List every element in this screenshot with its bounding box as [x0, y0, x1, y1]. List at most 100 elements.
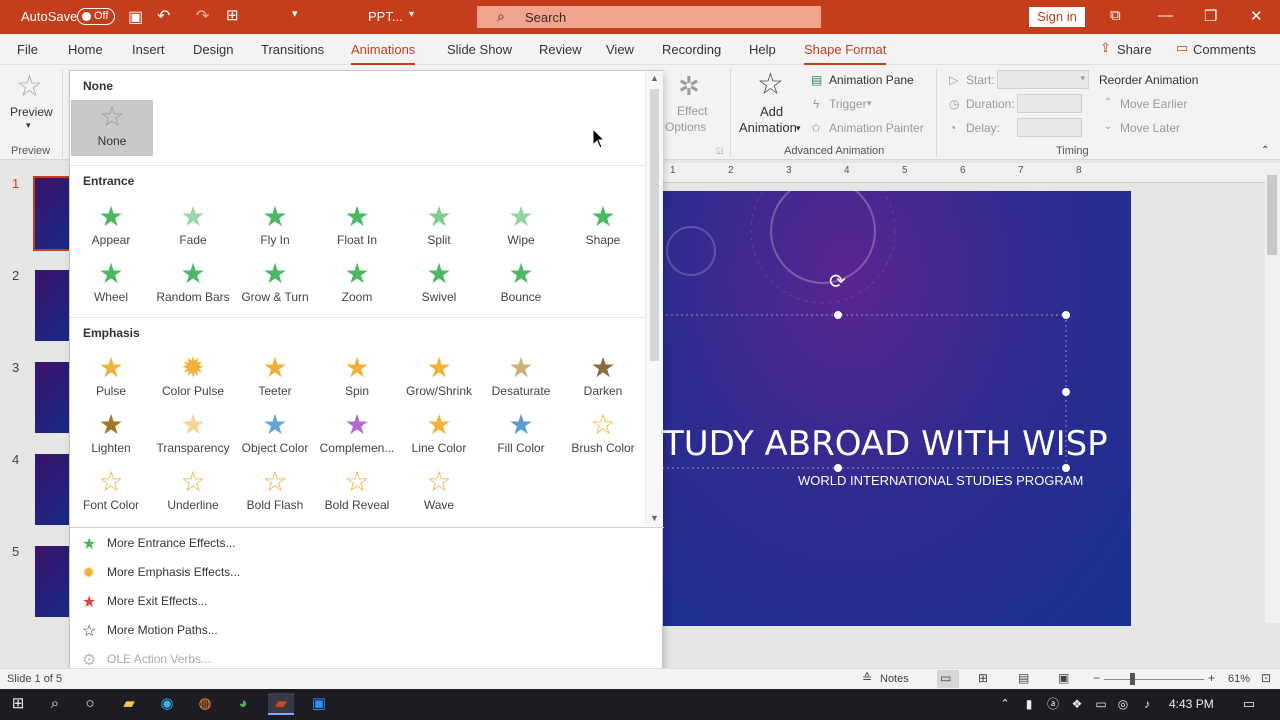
- slide-thumbnail-2[interactable]: [35, 270, 71, 341]
- effect-darken[interactable]: ★ Darken: [562, 350, 644, 406]
- effect-fade[interactable]: ★ Fade: [152, 199, 234, 255]
- move-later-button[interactable]: Move Later: [1120, 121, 1180, 135]
- preview-star-icon[interactable]: ☆: [16, 69, 43, 104]
- present-icon[interactable]: ⊞: [226, 6, 239, 24]
- reading-view-icon[interactable]: ▤: [1018, 671, 1029, 685]
- notes-button[interactable]: Notes: [880, 673, 909, 685]
- delay-spinner[interactable]: [1017, 118, 1082, 137]
- effect-bold-reveal[interactable]: ☆ Bold Reveal: [316, 464, 398, 520]
- effect-zoom[interactable]: ★ Zoom: [316, 256, 398, 312]
- clock[interactable]: 4:43 PM: [1169, 697, 1214, 711]
- add-animation-icon[interactable]: ☆: [757, 67, 784, 102]
- network-icon[interactable]: ◎: [1110, 693, 1136, 715]
- effect-grow-turn[interactable]: ★ Grow & Turn: [234, 256, 316, 312]
- tab-animations[interactable]: Animations: [351, 42, 416, 66]
- search-icon[interactable]: ⌕: [42, 693, 68, 715]
- tab-view[interactable]: View: [606, 42, 634, 57]
- zoom-slider[interactable]: [1104, 679, 1204, 680]
- effect-bounce[interactable]: ★ Bounce: [480, 256, 562, 312]
- tab-file[interactable]: File: [17, 42, 38, 57]
- effect-bold-flash[interactable]: ☆ Bold Flash: [234, 464, 316, 520]
- tray-chevron-icon[interactable]: ⌃: [992, 693, 1018, 715]
- effect-brush-color[interactable]: ☆ Brush Color: [562, 407, 644, 463]
- slide-canvas[interactable]: ⟳ TUDY ABROAD WITH WISP WORLD INTERNATIO…: [663, 191, 1131, 626]
- preview-button[interactable]: Preview: [10, 105, 53, 119]
- effect-grow-shrink[interactable]: ★ Grow/Shrink: [398, 350, 480, 406]
- search-box[interactable]: ⌕ Search: [477, 6, 821, 28]
- effect-appear[interactable]: ★ Appear: [70, 199, 152, 255]
- close-icon[interactable]: ✕: [1250, 7, 1263, 25]
- powerpoint-icon[interactable]: ▰: [268, 693, 294, 715]
- redo-icon[interactable]: ↷: [196, 6, 209, 26]
- gallery-scrollbar[interactable]: ▲ ▼: [645, 71, 663, 526]
- signin-button[interactable]: Sign in: [1029, 7, 1085, 27]
- effect-none[interactable]: ☆ None: [71, 100, 153, 156]
- more-motion-paths[interactable]: ☆ More Motion Paths...: [70, 618, 650, 644]
- effect-fly-in[interactable]: ★ Fly In: [234, 199, 316, 255]
- slide-thumbnail-3[interactable]: [35, 362, 71, 433]
- zoom-out-icon[interactable]: −: [1093, 671, 1100, 685]
- move-earlier-button[interactable]: Move Earlier: [1120, 97, 1187, 111]
- effect-object-color[interactable]: ★ Object Color: [234, 407, 316, 463]
- zoom-in-icon[interactable]: +: [1208, 671, 1215, 685]
- effect-pulse[interactable]: ★ Pulse: [70, 350, 152, 406]
- tab-transitions[interactable]: Transitions: [261, 42, 324, 57]
- animation-pane-button[interactable]: Animation Pane: [829, 73, 914, 87]
- trigger-button[interactable]: Trigger: [829, 97, 867, 111]
- more-emphasis-effects[interactable]: ✹ More Emphasis Effects...: [70, 560, 650, 586]
- tab-design[interactable]: Design: [193, 42, 233, 57]
- duration-spinner[interactable]: [1017, 94, 1082, 113]
- effect-fill-color[interactable]: ★ Fill Color: [480, 407, 562, 463]
- undo-icon[interactable]: ↶: [157, 6, 170, 26]
- share-button[interactable]: Share: [1117, 42, 1152, 57]
- start-select[interactable]: ▾: [997, 70, 1089, 89]
- effect-wipe[interactable]: ★ Wipe: [480, 199, 562, 255]
- slide-thumbnail-1[interactable]: [33, 176, 73, 251]
- effect-teeter[interactable]: ★ Teeter: [234, 350, 316, 406]
- effect-split[interactable]: ★ Split: [398, 199, 480, 255]
- tab-home[interactable]: Home: [68, 42, 103, 57]
- file-name[interactable]: PPT...: [368, 9, 403, 24]
- tab-recording[interactable]: Recording: [662, 42, 721, 57]
- effect-line-color[interactable]: ★ Line Color: [398, 407, 480, 463]
- chrome-icon[interactable]: ◕: [230, 693, 256, 715]
- firefox-icon[interactable]: ◍: [192, 693, 218, 715]
- more-entrance-effects[interactable]: ★ More Entrance Effects...: [70, 531, 650, 557]
- tab-shape-format[interactable]: Shape Format: [804, 42, 887, 66]
- tab-slide-show[interactable]: Slide Show: [447, 42, 512, 57]
- effect-options-icon[interactable]: ✲: [678, 71, 700, 102]
- slide-thumbnail-5[interactable]: [35, 546, 71, 617]
- autosave-toggle[interactable]: Off: [77, 8, 115, 25]
- notifications-icon[interactable]: ▭: [1236, 693, 1262, 715]
- ribbon-display-icon[interactable]: ⧉: [1110, 7, 1121, 24]
- effect-options-label-2[interactable]: Options: [665, 120, 706, 134]
- zoom-level[interactable]: 61%: [1228, 673, 1250, 685]
- effect-complementary-color[interactable]: ★ Complemen...: [316, 407, 398, 463]
- comments-button[interactable]: Comments: [1193, 42, 1256, 57]
- tray-app-icon[interactable]: ▮: [1016, 693, 1042, 715]
- add-animation-label-1[interactable]: Add: [760, 104, 783, 119]
- edge-icon[interactable]: ◉: [154, 693, 180, 715]
- more-exit-effects[interactable]: ★ More Exit Effects...: [70, 589, 650, 615]
- windows-start-icon[interactable]: ⊞: [5, 693, 31, 715]
- chevron-down-icon[interactable]: ▾: [26, 120, 31, 131]
- effect-wave[interactable]: ☆ Wave: [398, 464, 480, 520]
- effect-swivel[interactable]: ★ Swivel: [398, 256, 480, 312]
- add-animation-label-2[interactable]: Animation: [739, 120, 797, 135]
- customize-qat-icon[interactable]: ▾: [292, 7, 298, 20]
- tab-insert[interactable]: Insert: [132, 42, 165, 57]
- dropbox-icon[interactable]: ❖: [1064, 693, 1090, 715]
- volume-icon[interactable]: ♪: [1134, 693, 1160, 715]
- effect-random-bars[interactable]: ★ Random Bars: [152, 256, 234, 312]
- effect-options-label-1[interactable]: Effect: [677, 104, 707, 118]
- effect-color-pulse[interactable]: ✹ Color Pulse: [152, 350, 234, 406]
- slideshow-view-icon[interactable]: ▣: [1058, 671, 1069, 685]
- restore-icon[interactable]: ❐: [1204, 7, 1217, 25]
- slide-subtitle[interactable]: WORLD INTERNATIONAL STUDIES PROGRAM: [798, 473, 1083, 488]
- tray-app-icon[interactable]: ⓐ: [1040, 693, 1066, 715]
- effect-lighten[interactable]: ★ Lighten: [70, 407, 152, 463]
- cortana-icon[interactable]: ○: [77, 693, 103, 715]
- slide-sorter-icon[interactable]: ⊞: [978, 671, 988, 685]
- effect-wheel[interactable]: ★ Wheel: [70, 256, 152, 312]
- minimize-icon[interactable]: —: [1158, 7, 1173, 24]
